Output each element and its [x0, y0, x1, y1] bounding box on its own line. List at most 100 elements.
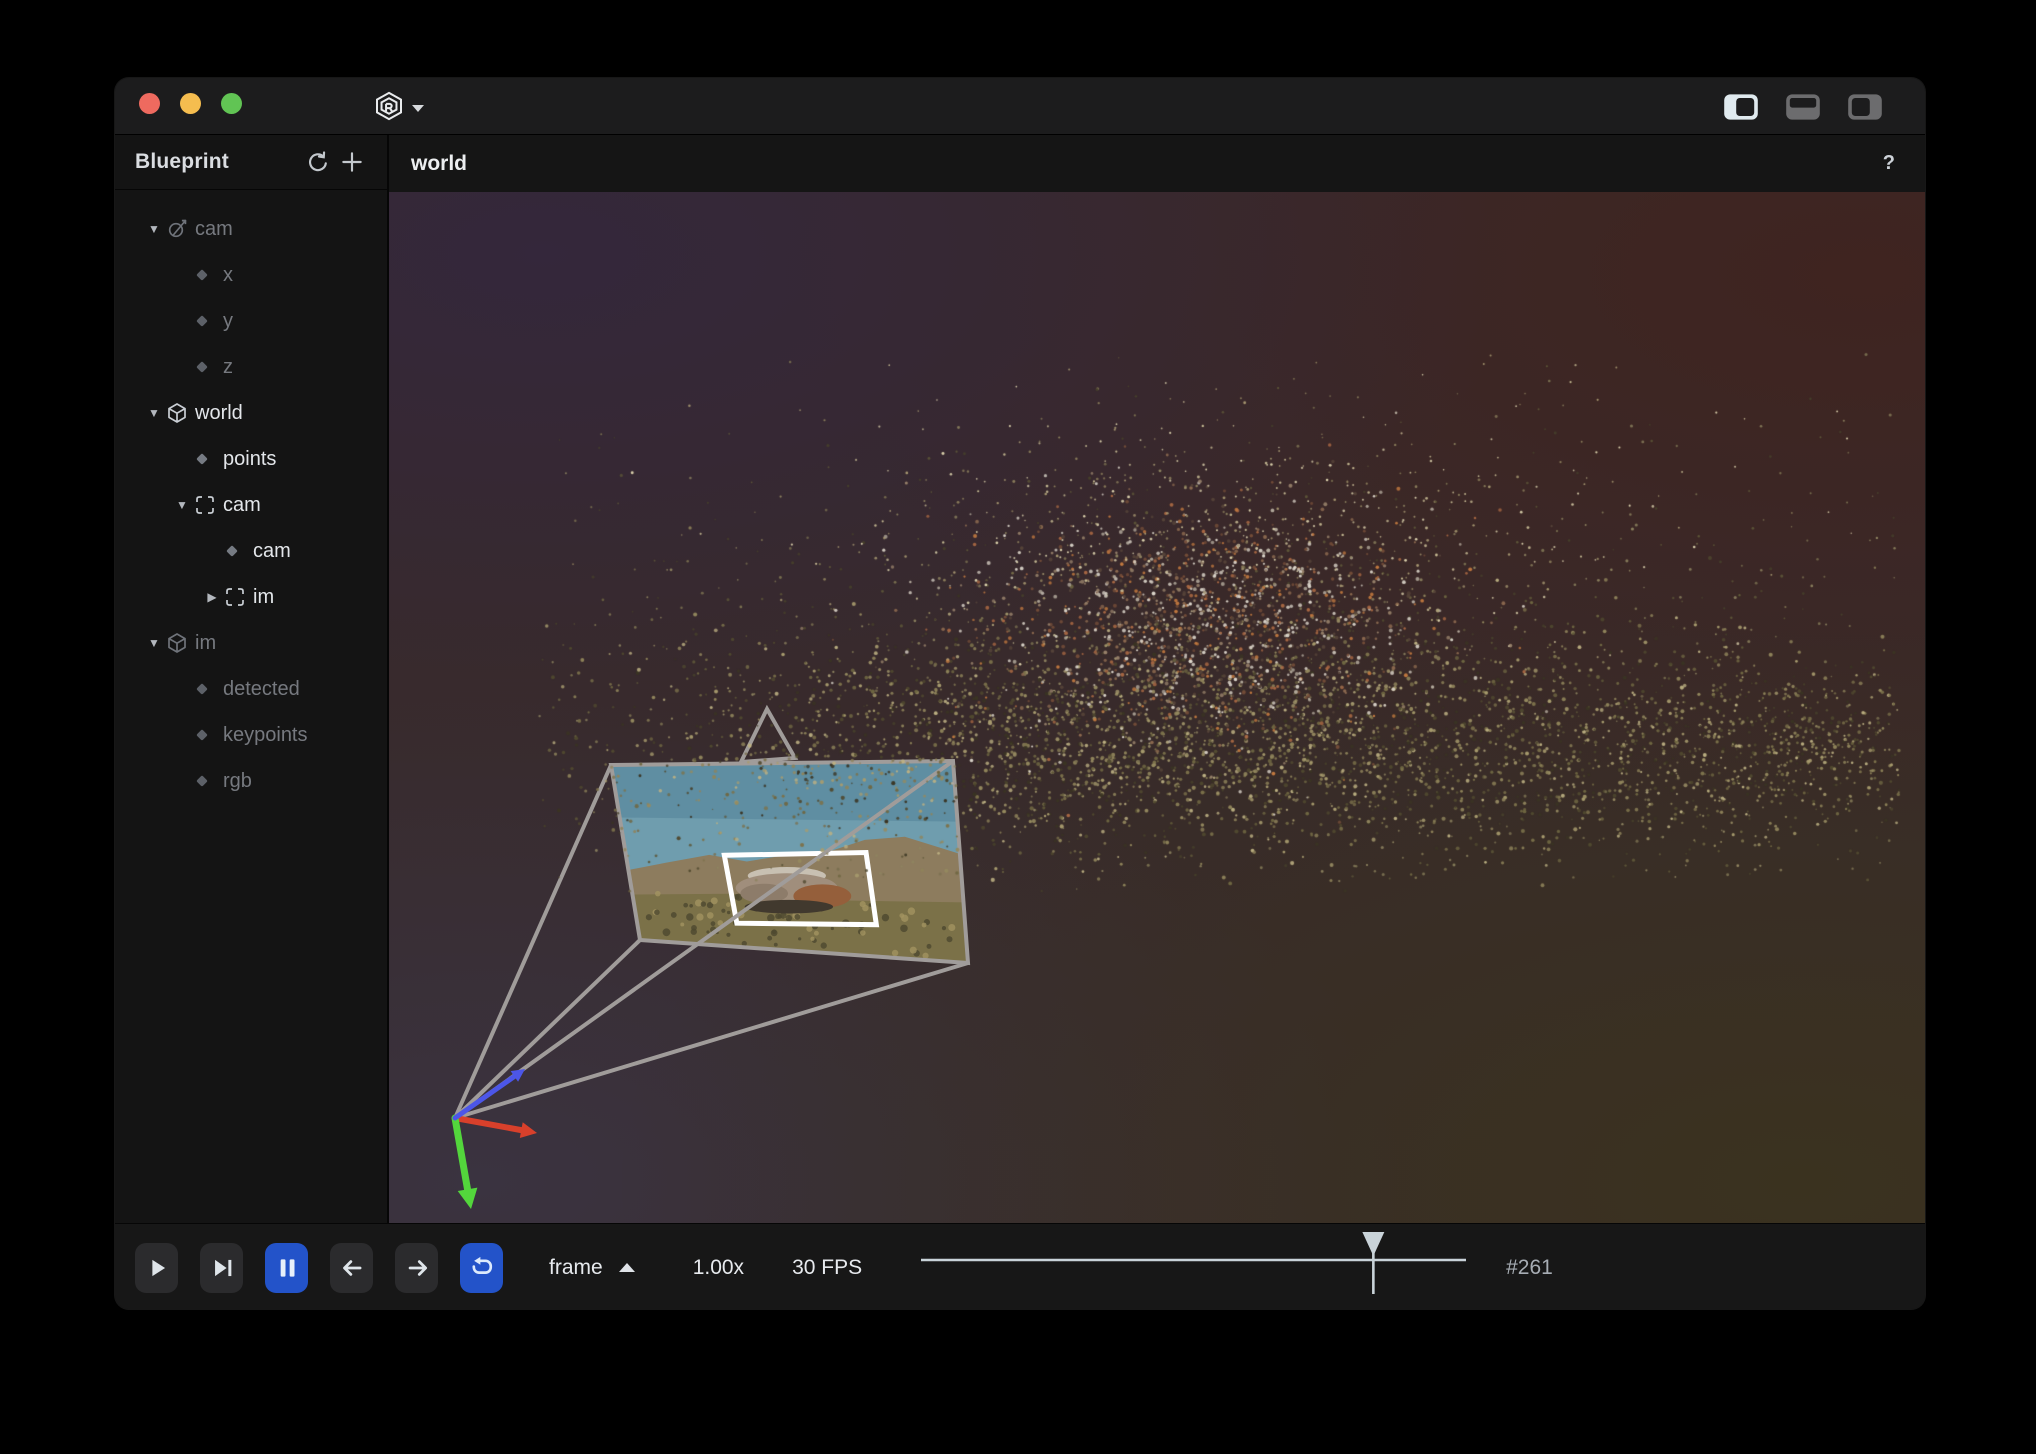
reset-icon: [305, 149, 331, 175]
tree-item-points[interactable]: ▼points: [115, 436, 387, 482]
pause-button[interactable]: [265, 1243, 308, 1293]
playhead-marker[interactable]: [1362, 1232, 1384, 1256]
tree-item-label: z: [223, 356, 233, 379]
timeline-name: frame: [549, 1256, 603, 1280]
component-diamond-icon: [196, 453, 208, 465]
help-button[interactable]: ?: [1875, 150, 1903, 177]
chevron-down-icon: [412, 105, 424, 112]
step-back-icon: [337, 1253, 367, 1283]
component-diamond-icon: [196, 269, 208, 281]
component-diamond-icon: [196, 729, 208, 741]
desktop-background: Blueprint ▼cam▼x▼y▼z▼world▼points▼cam▼ca…: [0, 0, 2036, 1454]
tree-item-label: im: [195, 632, 216, 655]
app-menu[interactable]: [373, 89, 424, 123]
component-diamond-icon: [196, 775, 208, 787]
tree-item-icon-slot: [165, 217, 193, 241]
reset-blueprint-button[interactable]: [301, 145, 335, 179]
view-axes-icon: [165, 217, 189, 241]
blueprint-panel-title: Blueprint: [135, 150, 301, 174]
tree-item-icon-slot: [193, 454, 221, 464]
chevron-down-icon[interactable]: ▼: [143, 406, 165, 420]
time-panel: frame 1.00x 30 FPS #261: [115, 1223, 1925, 1309]
component-diamond-icon: [196, 683, 208, 695]
timeline-track[interactable]: [916, 1224, 1482, 1309]
chevron-down-icon[interactable]: ▼: [143, 222, 165, 236]
view-3d-world: world ?: [389, 135, 1925, 1223]
rerun-logo-icon: [373, 89, 405, 123]
app-window: Blueprint ▼cam▼x▼y▼z▼world▼points▼cam▼ca…: [115, 78, 1925, 1309]
tree-item-label: cam: [253, 540, 291, 563]
loop-button[interactable]: [460, 1243, 503, 1293]
pinhole-frame-icon: [193, 493, 217, 517]
toggle-bottom-panel-button[interactable]: [1785, 93, 1821, 121]
add-view-button[interactable]: [335, 145, 369, 179]
playback-fps[interactable]: 30 FPS: [792, 1256, 862, 1280]
tree-item-icon-slot: [223, 546, 251, 556]
view-title: world: [411, 152, 1875, 176]
tree-item-label: rgb: [223, 770, 252, 793]
tree-item-label: cam: [195, 218, 233, 241]
toggle-left-panel-button[interactable]: [1723, 93, 1759, 121]
tree-item-cam[interactable]: ▼cam: [115, 528, 387, 574]
plus-icon: [339, 149, 365, 175]
tree-item-label: detected: [223, 678, 300, 701]
chevron-down-icon[interactable]: ▼: [171, 498, 193, 512]
titlebar[interactable]: [115, 78, 1925, 135]
tree-item-icon-slot: [193, 270, 221, 280]
chevron-right-icon[interactable]: ▶: [201, 590, 223, 604]
playback-speed[interactable]: 1.00x: [693, 1256, 744, 1280]
tree-item-label: keypoints: [223, 724, 308, 747]
tree-item-icon-slot: [193, 493, 221, 517]
tree-item-icon-slot: [193, 316, 221, 326]
tree-item-icon-slot: [165, 401, 193, 425]
tree-item-icon-slot: [193, 684, 221, 694]
tree-item-cam[interactable]: ▼ cam: [115, 206, 387, 252]
pause-icon: [272, 1253, 302, 1283]
scene-3d[interactable]: [389, 192, 1925, 1223]
tree-item-y[interactable]: ▼y: [115, 298, 387, 344]
chevron-down-icon[interactable]: ▼: [143, 636, 165, 650]
step-forward-icon: [402, 1253, 432, 1283]
tree-item-label: cam: [223, 494, 261, 517]
tree-item-label: world: [195, 402, 243, 425]
follow-icon: [207, 1253, 237, 1283]
minimize-window-button[interactable]: [180, 93, 201, 114]
tree-item-icon-slot: [193, 730, 221, 740]
component-diamond-icon: [196, 315, 208, 327]
tree-item-world[interactable]: ▼ world: [115, 390, 387, 436]
play-icon: [142, 1253, 172, 1283]
pinhole-frame-icon: [223, 585, 247, 609]
tree-item-icon-slot: [193, 776, 221, 786]
tree-item-cam[interactable]: ▼ cam: [115, 482, 387, 528]
tree-item-keypoints[interactable]: ▼keypoints: [115, 712, 387, 758]
blueprint-tree: ▼cam▼x▼y▼z▼world▼points▼cam▼cam▶im▼im▼de…: [115, 190, 387, 804]
play-button[interactable]: [135, 1243, 178, 1293]
blueprint-panel: Blueprint ▼cam▼x▼y▼z▼world▼points▼cam▼ca…: [115, 135, 389, 1223]
tree-item-label: im: [253, 586, 274, 609]
tree-item-label: points: [223, 448, 276, 471]
tree-item-rgb[interactable]: ▼rgb: [115, 758, 387, 804]
timeline-selector[interactable]: frame: [549, 1256, 635, 1280]
traffic-lights: [139, 93, 242, 114]
loop-icon: [467, 1253, 497, 1283]
tree-item-icon-slot: [223, 585, 251, 609]
tree-item-z[interactable]: ▼z: [115, 344, 387, 390]
tree-item-icon-slot: [193, 362, 221, 372]
view-tab-world[interactable]: world ?: [389, 135, 1925, 192]
tree-item-label: x: [223, 264, 233, 287]
tree-item-im[interactable]: ▼ im: [115, 620, 387, 666]
box-3d-icon: [165, 631, 189, 655]
tree-item-icon-slot: [165, 631, 193, 655]
step-back-button[interactable]: [330, 1243, 373, 1293]
tree-item-x[interactable]: ▼x: [115, 252, 387, 298]
box-3d-icon: [165, 401, 189, 425]
point-cloud: [389, 192, 1925, 1223]
follow-button[interactable]: [200, 1243, 243, 1293]
close-window-button[interactable]: [139, 93, 160, 114]
zoom-window-button[interactable]: [221, 93, 242, 114]
tree-item-im[interactable]: ▶ im: [115, 574, 387, 620]
component-diamond-icon: [226, 545, 238, 557]
step-forward-button[interactable]: [395, 1243, 438, 1293]
tree-item-detected[interactable]: ▼detected: [115, 666, 387, 712]
toggle-right-panel-button[interactable]: [1847, 93, 1883, 121]
